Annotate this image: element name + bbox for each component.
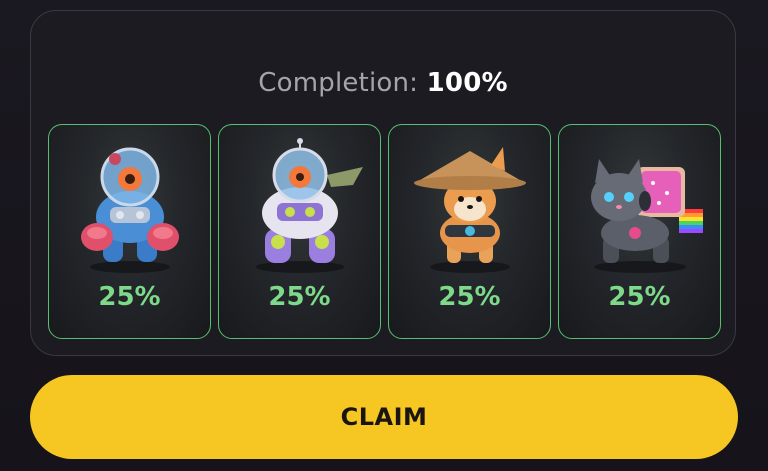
- reward-screen: Completion: 100% 25% 25% 25% 25% CLAIM: [0, 0, 768, 471]
- shiba-straw-hat-icon: [414, 147, 526, 273]
- card-percent: 25%: [98, 282, 161, 312]
- claim-button[interactable]: CLAIM: [30, 375, 738, 459]
- card-percent: 25%: [438, 282, 501, 312]
- completion-text: Completion: 100%: [31, 68, 735, 98]
- completion-label: Completion:: [258, 68, 419, 98]
- card-percent: 25%: [608, 282, 671, 312]
- reward-card-4[interactable]: 25%: [558, 124, 721, 339]
- reward-card-1[interactable]: 25%: [48, 124, 211, 339]
- completion-value: 100%: [426, 68, 508, 98]
- robot-cat-rainbow-icon: [591, 159, 703, 273]
- purple-mech-robot-icon: [256, 138, 363, 273]
- reward-card-2[interactable]: 25%: [218, 124, 381, 339]
- card-percent: 25%: [268, 282, 331, 312]
- robot-diver-icon: [81, 147, 179, 273]
- reward-card-3[interactable]: 25%: [388, 124, 551, 339]
